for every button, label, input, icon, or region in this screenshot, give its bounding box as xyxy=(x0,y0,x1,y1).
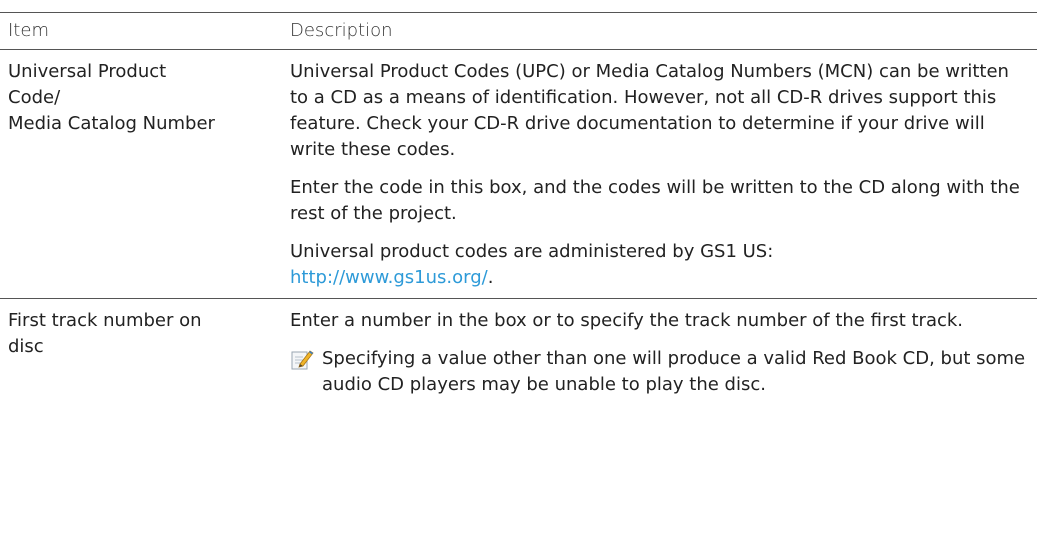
table-header-row: Item Description xyxy=(0,12,1037,50)
description-paragraph: Enter the code in this box, and the code… xyxy=(290,177,1020,224)
link-prefix-text: Universal product codes are administered… xyxy=(290,241,774,262)
description-paragraph: Enter a number in the box or to specify … xyxy=(290,310,964,331)
description-cell: Universal Product Codes (UPC) or Media C… xyxy=(290,50,1037,298)
header-description: Description xyxy=(290,20,393,41)
description-paragraph: Universal Product Codes (UPC) or Media C… xyxy=(290,61,1009,160)
item-label-line: First track number on xyxy=(8,310,202,331)
table-row-first-track: First track number on disc Enter a numbe… xyxy=(0,299,1037,398)
item-cell: First track number on disc xyxy=(0,299,290,398)
gs1-link[interactable]: http://www.gs1us.org/ xyxy=(290,267,488,288)
item-label-line: Media Catalog Number xyxy=(8,113,215,134)
item-label-line: Code/ xyxy=(8,87,61,108)
note-pencil-icon xyxy=(290,347,314,371)
item-cell: Universal Product Code/ Media Catalog Nu… xyxy=(0,50,290,298)
description-cell: Enter a number in the box or to specify … xyxy=(290,299,1037,398)
link-suffix-text: . xyxy=(487,267,494,288)
table-row-upc: Universal Product Code/ Media Catalog Nu… xyxy=(0,50,1037,299)
item-label-line: disc xyxy=(8,336,44,357)
header-item: Item xyxy=(8,20,49,41)
item-label-line: Universal Product xyxy=(8,61,167,82)
description-paragraph-link: Universal product codes are administered… xyxy=(290,239,1027,291)
note-text: Specifying a value other than one will p… xyxy=(322,348,1026,395)
properties-table: Item Description Universal Product Code/… xyxy=(0,12,1037,398)
note-block: Specifying a value other than one will p… xyxy=(290,346,1027,398)
